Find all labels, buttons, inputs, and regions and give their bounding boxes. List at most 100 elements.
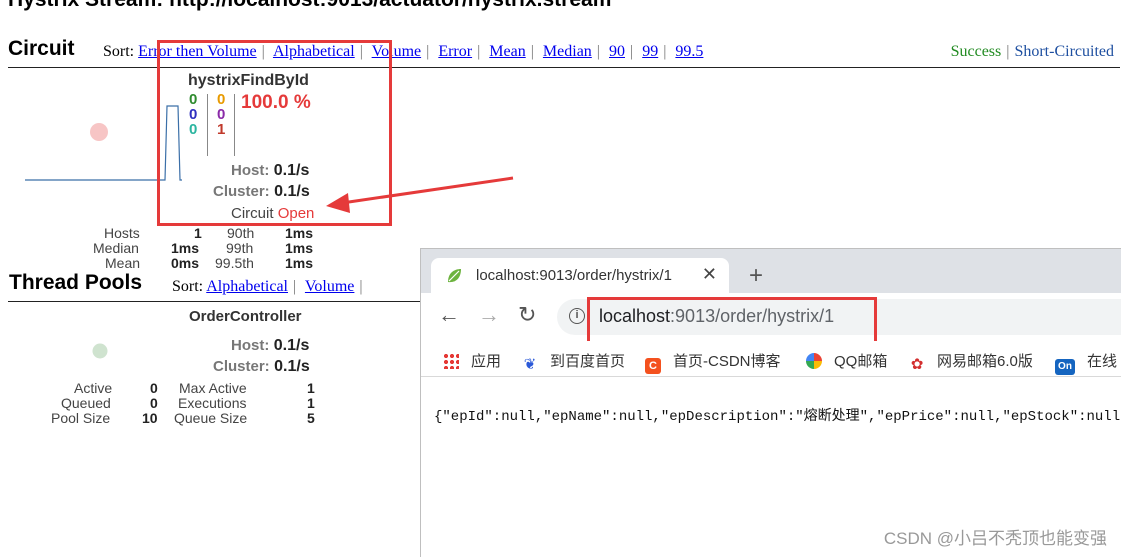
bookmark-qq-mail[interactable]: QQ邮箱 [806, 350, 887, 371]
cluster-value: 0.1/s [274, 183, 310, 200]
thread-pools-sort-bar: Sort: Alphabetical | Volume | [172, 278, 363, 295]
sort-p995[interactable]: 99.5 [675, 43, 703, 60]
median-value: 1ms [171, 240, 200, 256]
host-rate-row: Host: 0.1/s [231, 162, 309, 180]
max-active-label: Max Active [179, 380, 247, 396]
host-value: 0.1/s [273, 162, 310, 179]
pool-size-label: Pool Size [51, 410, 111, 426]
netease-mail-icon: ✿ [910, 356, 924, 373]
counts-mid: 0 0 1 [217, 92, 225, 137]
queued-value: 0 [150, 395, 158, 411]
mean-label: Mean [105, 255, 141, 271]
sort-p90[interactable]: 90 [609, 43, 625, 60]
counts-left: 0 0 0 [189, 92, 197, 137]
rejected-count: 0 [217, 106, 226, 123]
forward-arrow-icon[interactable]: → [478, 303, 500, 327]
bad-request-count: 0 [189, 121, 198, 138]
tab-strip: localhost:9013/order/hystrix/1 ✕ + [421, 249, 1121, 294]
legend-short-circuited: Short-Circuited [1014, 43, 1114, 60]
p995-label: 99.5th [215, 255, 254, 271]
url-highlight-box [587, 297, 877, 344]
csdn-logo-icon: C [645, 358, 661, 374]
timeout-count: 0 [217, 91, 226, 108]
bookmark-baidu[interactable]: ❦ 到百度首页 [522, 350, 625, 373]
circuit-heading: Circuit [8, 37, 75, 60]
success-count: 0 [189, 91, 198, 108]
command-name: hystrixFindById [188, 72, 309, 89]
latency-median-row: Median 1ms 99th 1ms [93, 240, 313, 256]
rate-divider [234, 94, 235, 156]
pool-host-label: Host: [231, 337, 270, 354]
p99-label: 99th [226, 240, 254, 256]
pool-health-circle-icon [92, 343, 108, 359]
back-arrow-icon[interactable]: ← [438, 303, 460, 327]
apps-grid-icon [443, 353, 459, 369]
failure-count: 1 [217, 121, 226, 138]
circuit-status-label: Circuit [231, 205, 274, 222]
spring-leaf-icon [448, 269, 461, 283]
sort-median[interactable]: Median [543, 43, 592, 60]
cluster-label: Cluster: [213, 183, 270, 200]
bookmark-online[interactable]: On 在线 [1055, 350, 1117, 375]
active-label: Active [74, 380, 113, 396]
pool-host-value: 0.1/s [273, 337, 310, 354]
bookmark-163-mail[interactable]: ✿ 网易邮箱6.0版 [909, 350, 1033, 373]
bookmark-csdn[interactable]: C 首页-CSDN博客 [645, 350, 781, 374]
active-value: 0 [150, 380, 158, 396]
new-tab-icon[interactable]: + [749, 264, 763, 288]
browser-tab[interactable]: localhost:9013/order/hystrix/1 ✕ [431, 258, 729, 294]
mean-value: 0ms [171, 255, 200, 271]
thread-sort-alphabetical[interactable]: Alphabetical [206, 278, 288, 295]
latency-hosts-row: Hosts 1 90th 1ms [104, 225, 313, 241]
browser-window: localhost:9013/order/hystrix/1 ✕ + ← → ↻… [420, 248, 1121, 557]
executions-label: Executions [178, 395, 247, 411]
cluster-rate-row: Cluster: 0.1/s [213, 183, 310, 201]
hosts-value: 1 [194, 225, 202, 241]
sort-p99[interactable]: 99 [642, 43, 658, 60]
queue-size-label: Queue Size [174, 410, 248, 426]
thread-pools-divider [8, 301, 420, 302]
pool-cluster-row: Cluster: 0.1/s [213, 358, 310, 376]
median-label: Median [93, 240, 139, 256]
p99-value: 1ms [285, 240, 314, 256]
stream-title: Hystrix Stream: http://localhost:9013/ac… [8, 0, 611, 12]
pool-cluster-value: 0.1/s [274, 358, 310, 375]
queue-size-value: 5 [307, 410, 315, 426]
circuit-status: Circuit Open [231, 205, 314, 222]
pool-cluster-label: Cluster: [213, 358, 270, 375]
pool-size-row: Pool Size 10 Queue Size 5 [51, 410, 315, 426]
health-circle-icon [90, 123, 108, 141]
response-body: {"epId":null,"epName":null,"epDescriptio… [434, 409, 1121, 425]
p995-value: 1ms [285, 255, 314, 271]
pool-size-value: 10 [142, 410, 158, 426]
watermark: CSDN @小吕不秃顶也能变强 [883, 529, 1107, 548]
count-divider [207, 94, 208, 156]
latency-mean-row: Mean 0ms 99.5th 1ms [105, 255, 313, 271]
baidu-paw-icon: ❦ [523, 356, 537, 373]
error-rate: 100.0 % [241, 92, 311, 113]
qq-mail-icon [806, 353, 822, 369]
pool-name: OrderController [189, 308, 302, 325]
online-app-icon: On [1055, 359, 1075, 375]
tab-close-icon[interactable]: ✕ [702, 264, 717, 285]
hosts-label: Hosts [104, 225, 140, 241]
sort-error[interactable]: Error [438, 43, 472, 60]
sort-mean[interactable]: Mean [489, 43, 525, 60]
bookmarks-bar: 应用 ❦ 到百度首页 C 首页-CSDN博客 QQ邮箱 ✿ 网易邮箱6.0版 On 在线 [421, 341, 1121, 377]
queued-label: Queued [61, 395, 111, 411]
thread-sort-volume[interactable]: Volume [305, 278, 354, 295]
pool-host-row: Host: 0.1/s [231, 337, 309, 355]
reload-icon[interactable]: ↻ [518, 303, 536, 327]
bookmark-apps[interactable]: 应用 [443, 350, 501, 371]
pool-queued-row: Queued 0 Executions 1 [61, 395, 315, 411]
short-circuited-count: 0 [189, 106, 198, 123]
p90-label: 90th [227, 225, 255, 241]
host-label: Host: [231, 162, 270, 179]
legend-bar: Success | Short-Circuited [950, 43, 1114, 60]
max-active-value: 1 [307, 380, 315, 396]
site-info-icon[interactable]: i [569, 308, 585, 324]
circuit-status-value: Open [277, 205, 315, 222]
sort-label: Sort: [103, 43, 135, 60]
tab-title: localhost:9013/order/hystrix/1 [476, 267, 672, 284]
thread-sort-label: Sort: [172, 278, 204, 295]
